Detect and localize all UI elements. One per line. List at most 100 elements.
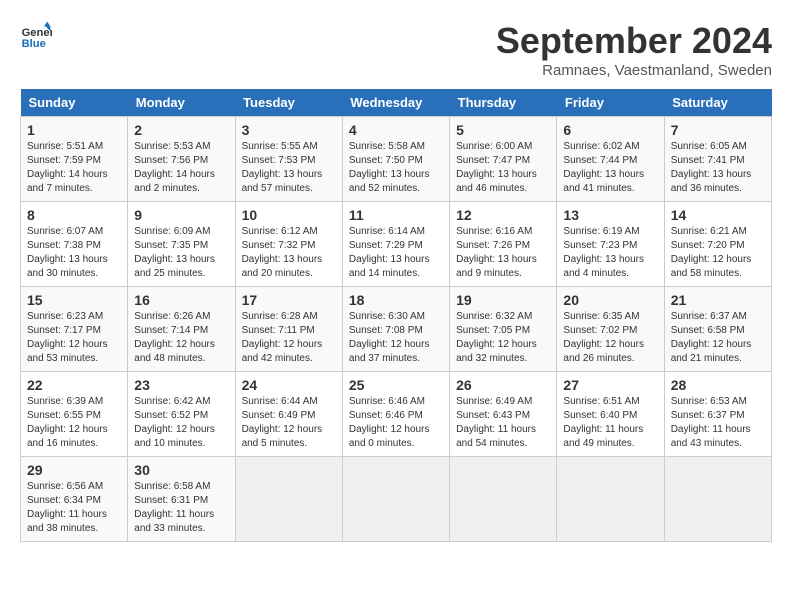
day-cell: 4 Sunrise: 5:58 AMSunset: 7:50 PMDaylight… [342,117,449,202]
day-cell: 28 Sunrise: 6:53 AMSunset: 6:37 PMDayligh… [664,372,771,457]
week-row-2: 8Sunrise: 6:07 AMSunset: 7:38 PMDaylight… [21,202,772,287]
day-cell: 27 Sunrise: 6:51 AMSunset: 6:40 PMDayligh… [557,372,664,457]
day-number: 18 [349,292,443,308]
day-number: 14 [671,207,765,223]
day-cell [450,457,557,542]
header-tuesday: Tuesday [235,89,342,117]
day-cell [342,457,449,542]
day-info: Sunrise: 6:53 AMSunset: 6:37 PMDaylight:… [671,395,765,451]
day-cell: 17 Sunrise: 6:28 AMSunset: 7:11 PMDayligh… [235,287,342,372]
day-number: 27 [563,377,657,393]
svg-text:General: General [22,27,52,39]
header-friday: Friday [557,89,664,117]
day-number: 24 [242,377,336,393]
day-number: 5 [456,122,550,138]
header-saturday: Saturday [664,89,771,117]
day-cell: 26 Sunrise: 6:49 AMSunset: 6:43 PMDayligh… [450,372,557,457]
month-title: September 2024 [496,20,772,62]
logo-icon: General Blue [20,20,52,52]
day-info: Sunrise: 6:16 AMSunset: 7:26 PMDaylight:… [456,225,550,281]
day-number: 16 [134,292,228,308]
day-info: Sunrise: 5:55 AMSunset: 7:53 PMDaylight:… [242,140,336,196]
day-cell: 11 Sunrise: 6:14 AMSunset: 7:29 PMDayligh… [342,202,449,287]
day-info: Sunrise: 6:14 AMSunset: 7:29 PMDaylight:… [349,225,443,281]
day-cell: 21 Sunrise: 6:37 AMSunset: 6:58 PMDayligh… [664,287,771,372]
day-cell: 25Sunrise: 6:46 AMSunset: 6:46 PMDayligh… [342,372,449,457]
day-info: Sunrise: 6:26 AMSunset: 7:14 PMDaylight:… [134,310,228,366]
day-number: 22 [27,377,121,393]
day-cell: 2 Sunrise: 5:53 AMSunset: 7:56 PMDaylight… [128,117,235,202]
day-number: 17 [242,292,336,308]
day-number: 11 [349,207,443,223]
week-row-1: 1 Sunrise: 5:51 AMSunset: 7:59 PMDaylight… [21,117,772,202]
day-cell: 6Sunrise: 6:02 AMSunset: 7:44 PMDaylight… [557,117,664,202]
day-cell: 10 Sunrise: 6:12 AMSunset: 7:32 PMDayligh… [235,202,342,287]
day-number: 9 [134,207,228,223]
day-info: Sunrise: 6:00 AMSunset: 7:47 PMDaylight:… [456,140,550,196]
day-cell: 12 Sunrise: 6:16 AMSunset: 7:26 PMDayligh… [450,202,557,287]
day-number: 29 [27,462,121,478]
day-cell: 22Sunrise: 6:39 AMSunset: 6:55 PMDayligh… [21,372,128,457]
header-row: SundayMondayTuesdayWednesdayThursdayFrid… [21,89,772,117]
day-number: 10 [242,207,336,223]
day-number: 1 [27,122,121,138]
svg-text:Blue: Blue [22,38,46,50]
day-info: Sunrise: 5:51 AMSunset: 7:59 PMDaylight:… [27,140,121,196]
day-info: Sunrise: 6:19 AMSunset: 7:23 PMDaylight:… [563,225,657,281]
day-cell: 19 Sunrise: 6:32 AMSunset: 7:05 PMDayligh… [450,287,557,372]
day-number: 3 [242,122,336,138]
day-number: 4 [349,122,443,138]
day-info: Sunrise: 5:53 AMSunset: 7:56 PMDaylight:… [134,140,228,196]
day-number: 12 [456,207,550,223]
header-thursday: Thursday [450,89,557,117]
day-number: 25 [349,377,443,393]
day-number: 2 [134,122,228,138]
page-header: General Blue September 2024 Ramnaes, Vae… [20,20,772,79]
day-info: Sunrise: 6:58 AMSunset: 6:31 PMDaylight:… [134,480,228,536]
day-number: 21 [671,292,765,308]
day-info: Sunrise: 6:51 AMSunset: 6:40 PMDaylight:… [563,395,657,451]
day-number: 20 [563,292,657,308]
day-cell: 7Sunrise: 6:05 AMSunset: 7:41 PMDaylight… [664,117,771,202]
title-block: September 2024 Ramnaes, Vaestmanland, Sw… [496,20,772,79]
day-cell: 13 Sunrise: 6:19 AMSunset: 7:23 PMDayligh… [557,202,664,287]
day-info: Sunrise: 6:56 AMSunset: 6:34 PMDaylight:… [27,480,121,536]
location-subtitle: Ramnaes, Vaestmanland, Sweden [496,62,772,79]
day-info: Sunrise: 6:07 AMSunset: 7:38 PMDaylight:… [27,225,121,281]
day-cell [664,457,771,542]
day-info: Sunrise: 6:28 AMSunset: 7:11 PMDaylight:… [242,310,336,366]
day-info: Sunrise: 6:23 AMSunset: 7:17 PMDaylight:… [27,310,121,366]
calendar-body: 1 Sunrise: 5:51 AMSunset: 7:59 PMDaylight… [21,117,772,542]
day-number: 28 [671,377,765,393]
day-cell: 20Sunrise: 6:35 AMSunset: 7:02 PMDayligh… [557,287,664,372]
day-info: Sunrise: 6:05 AMSunset: 7:41 PMDaylight:… [671,140,765,196]
day-info: Sunrise: 6:12 AMSunset: 7:32 PMDaylight:… [242,225,336,281]
day-cell: 30 Sunrise: 6:58 AMSunset: 6:31 PMDayligh… [128,457,235,542]
week-row-4: 22Sunrise: 6:39 AMSunset: 6:55 PMDayligh… [21,372,772,457]
day-number: 26 [456,377,550,393]
day-cell: 5 Sunrise: 6:00 AMSunset: 7:47 PMDaylight… [450,117,557,202]
day-cell: 29 Sunrise: 6:56 AMSunset: 6:34 PMDayligh… [21,457,128,542]
day-cell: 3 Sunrise: 5:55 AMSunset: 7:53 PMDaylight… [235,117,342,202]
day-info: Sunrise: 6:44 AMSunset: 6:49 PMDaylight:… [242,395,336,451]
day-cell [557,457,664,542]
day-number: 19 [456,292,550,308]
day-cell: 8Sunrise: 6:07 AMSunset: 7:38 PMDaylight… [21,202,128,287]
day-number: 15 [27,292,121,308]
logo: General Blue [20,20,52,52]
day-info: Sunrise: 6:42 AMSunset: 6:52 PMDaylight:… [134,395,228,451]
day-info: Sunrise: 5:58 AMSunset: 7:50 PMDaylight:… [349,140,443,196]
calendar-table: SundayMondayTuesdayWednesdayThursdayFrid… [20,89,772,542]
day-info: Sunrise: 6:02 AMSunset: 7:44 PMDaylight:… [563,140,657,196]
header-sunday: Sunday [21,89,128,117]
day-number: 13 [563,207,657,223]
day-info: Sunrise: 6:49 AMSunset: 6:43 PMDaylight:… [456,395,550,451]
day-info: Sunrise: 6:37 AMSunset: 6:58 PMDaylight:… [671,310,765,366]
header-monday: Monday [128,89,235,117]
day-number: 30 [134,462,228,478]
day-cell: 18Sunrise: 6:30 AMSunset: 7:08 PMDayligh… [342,287,449,372]
header-wednesday: Wednesday [342,89,449,117]
day-info: Sunrise: 6:32 AMSunset: 7:05 PMDaylight:… [456,310,550,366]
day-cell: 16 Sunrise: 6:26 AMSunset: 7:14 PMDayligh… [128,287,235,372]
day-number: 23 [134,377,228,393]
